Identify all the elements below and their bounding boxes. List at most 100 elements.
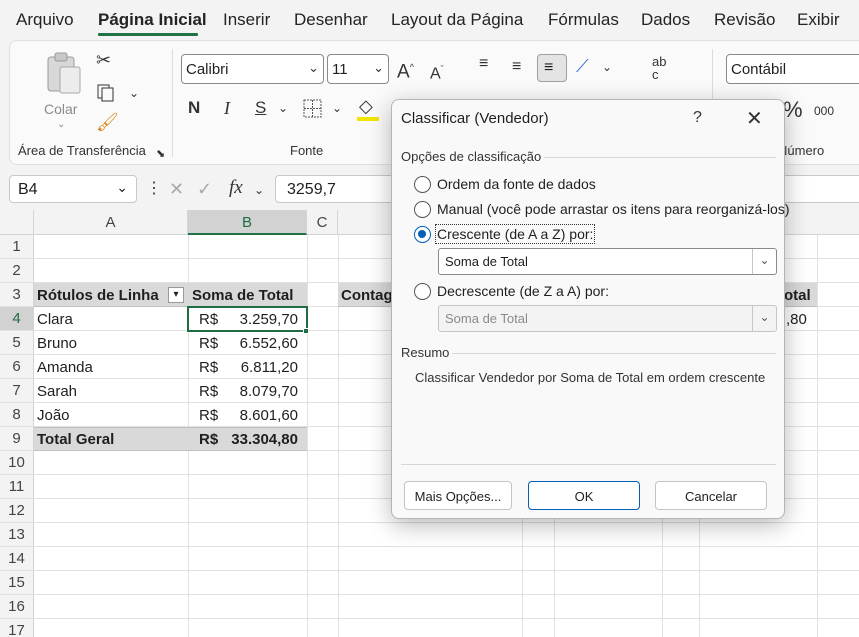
column-header-b[interactable]: B xyxy=(188,210,307,235)
name-box[interactable]: B4 ⌄ xyxy=(9,175,137,203)
orientation-icon[interactable]: ⟋ xyxy=(576,57,589,75)
radio-button-selected[interactable] xyxy=(414,225,431,243)
chevron-down-icon[interactable]: ⌄ xyxy=(254,181,264,199)
chevron-down-icon[interactable]: ⌄ xyxy=(278,99,288,117)
filter-dropdown-icon[interactable]: ▾ xyxy=(168,287,184,303)
font-family-value: Calibri xyxy=(186,61,229,78)
tab-arquivo[interactable]: Arquivo xyxy=(16,10,74,30)
row-header-2[interactable]: 2 xyxy=(0,259,34,283)
clipboard-group-label: Área de Transferência xyxy=(18,143,146,158)
tab-dados[interactable]: Dados xyxy=(641,10,690,30)
radio-button[interactable] xyxy=(414,175,431,193)
font-family-combo[interactable]: Calibri ⌄ xyxy=(181,54,324,84)
row-header-5[interactable]: 5 xyxy=(0,331,34,355)
currency-symbol: R$ xyxy=(199,383,219,400)
amount: 6.552,60 xyxy=(239,335,298,352)
row-header-9[interactable]: 9 xyxy=(0,427,34,451)
column-header-a[interactable]: A xyxy=(34,210,188,235)
radio-button[interactable] xyxy=(414,282,431,300)
copy-icon[interactable] xyxy=(96,83,116,103)
summary-label: Resumo xyxy=(401,345,450,360)
chevron-down-icon[interactable]: ⌄ xyxy=(332,99,342,117)
tab-desenhar[interactable]: Desenhar xyxy=(294,10,368,30)
align-middle-icon[interactable]: ≡ xyxy=(512,58,521,76)
row-header-1[interactable]: 1 xyxy=(0,235,34,259)
select-all-corner[interactable] xyxy=(0,210,34,235)
sort-dialog: Classificar (Vendedor) ? ✕ Opções de cla… xyxy=(391,99,790,519)
tab-pagina-inicial[interactable]: Página Inicial xyxy=(98,10,207,30)
insert-function-icon[interactable]: fx xyxy=(229,178,243,197)
amount: 8.601,60 xyxy=(239,407,298,424)
pivot-total-label: Total Geral xyxy=(37,431,115,448)
column-header-c[interactable]: C xyxy=(307,210,338,235)
align-bottom-button[interactable]: ≡ xyxy=(537,54,567,82)
pivot-row-labels-header: Rótulos de Linha xyxy=(37,287,159,304)
radio-ascending[interactable]: Crescente (de A a Z) por: xyxy=(414,224,596,244)
dialog-title: Classificar (Vendedor) xyxy=(401,110,549,127)
radio-data-source-order[interactable]: Ordem da fonte de dados xyxy=(414,174,596,194)
pivot-values-header: Soma de Total xyxy=(192,287,294,304)
fill-handle[interactable] xyxy=(303,328,309,334)
row-header-10[interactable]: 10 xyxy=(0,451,34,475)
tab-layout-da-pagina[interactable]: Layout da Página xyxy=(391,10,523,30)
tab-revisao[interactable]: Revisão xyxy=(714,10,775,30)
wrap-text-icon[interactable]: ab c xyxy=(652,55,666,81)
help-button[interactable]: ? xyxy=(693,109,702,127)
row-header-13[interactable]: 13 xyxy=(0,523,34,547)
cancel-button[interactable]: Cancelar xyxy=(655,481,767,510)
selected-cell-b4[interactable] xyxy=(187,306,308,332)
row-header-8[interactable]: 8 xyxy=(0,403,34,427)
cut-icon[interactable]: ✂ xyxy=(96,51,111,69)
gridline xyxy=(34,522,859,523)
pivot-total-value: R$ 33.304,80 xyxy=(188,427,307,451)
fill-color-icon[interactable]: ◇ xyxy=(359,97,373,115)
second-pivot-value: ,80 xyxy=(786,311,807,328)
font-size-combo[interactable]: 11 ⌄ xyxy=(327,54,389,84)
enter-icon[interactable]: ✓ xyxy=(197,180,212,198)
grow-font-icon[interactable]: A^ xyxy=(397,58,414,81)
radio-button[interactable] xyxy=(414,200,431,218)
italic-icon[interactable]: I xyxy=(224,99,230,117)
chevron-down-icon[interactable]: ⌄ xyxy=(129,84,139,102)
borders-icon[interactable] xyxy=(303,99,323,119)
row-header-14[interactable]: 14 xyxy=(0,547,34,571)
chevron-down-icon: ⌄ xyxy=(373,60,384,75)
row-header-12[interactable]: 12 xyxy=(0,499,34,523)
second-pivot-value-header: otal xyxy=(784,287,811,304)
radio-manual[interactable]: Manual (você pode arrastar os itens para… xyxy=(414,199,790,219)
summary-text: Classificar Vendedor por Soma de Total e… xyxy=(415,370,766,385)
row-header-6[interactable]: 6 xyxy=(0,355,34,379)
paste-button[interactable]: Colar ⌄ xyxy=(38,49,84,130)
row-header-3[interactable]: 3 xyxy=(0,283,34,307)
format-painter-icon[interactable]: 🖌 xyxy=(96,113,119,131)
thousands-separator-icon[interactable]: 000 xyxy=(814,102,834,120)
radio-label: Manual (você pode arrastar os itens para… xyxy=(437,201,790,217)
chevron-down-icon[interactable]: ⌄ xyxy=(602,58,612,76)
section-divider xyxy=(544,157,776,158)
tab-inserir[interactable]: Inserir xyxy=(223,10,270,30)
more-options-icon[interactable]: ⋮ xyxy=(146,180,162,198)
row-header-4[interactable]: 4 xyxy=(0,307,34,331)
ascending-field-select[interactable]: Soma de Total ⌄ xyxy=(438,248,777,275)
row-header-15[interactable]: 15 xyxy=(0,571,34,595)
underline-icon[interactable]: S xyxy=(255,99,266,117)
row-header-7[interactable]: 7 xyxy=(0,379,34,403)
percent-icon[interactable]: % xyxy=(783,99,803,121)
align-top-icon[interactable]: ≡ xyxy=(479,55,488,73)
radio-descending[interactable]: Decrescente (de Z a A) por: xyxy=(414,281,609,301)
row-header-11[interactable]: 11 xyxy=(0,475,34,499)
tab-formulas[interactable]: Fórmulas xyxy=(548,10,619,30)
paste-label: Colar xyxy=(44,101,78,117)
bold-icon[interactable]: N xyxy=(188,99,200,117)
clipboard-icon xyxy=(47,52,81,94)
row-header-17[interactable]: 17 xyxy=(0,619,34,637)
shrink-font-icon[interactable]: Aˇ xyxy=(430,60,444,83)
more-options-button[interactable]: Mais Opções... xyxy=(404,481,512,510)
dialog-launcher-icon[interactable]: ⬊ xyxy=(156,145,165,163)
close-icon[interactable]: ✕ xyxy=(746,106,763,131)
ok-button[interactable]: OK xyxy=(528,481,640,510)
tab-exibir[interactable]: Exibir xyxy=(797,10,840,30)
row-header-16[interactable]: 16 xyxy=(0,595,34,619)
number-format-combo[interactable]: Contábil xyxy=(726,54,859,84)
cancel-icon[interactable]: ✕ xyxy=(169,180,184,198)
